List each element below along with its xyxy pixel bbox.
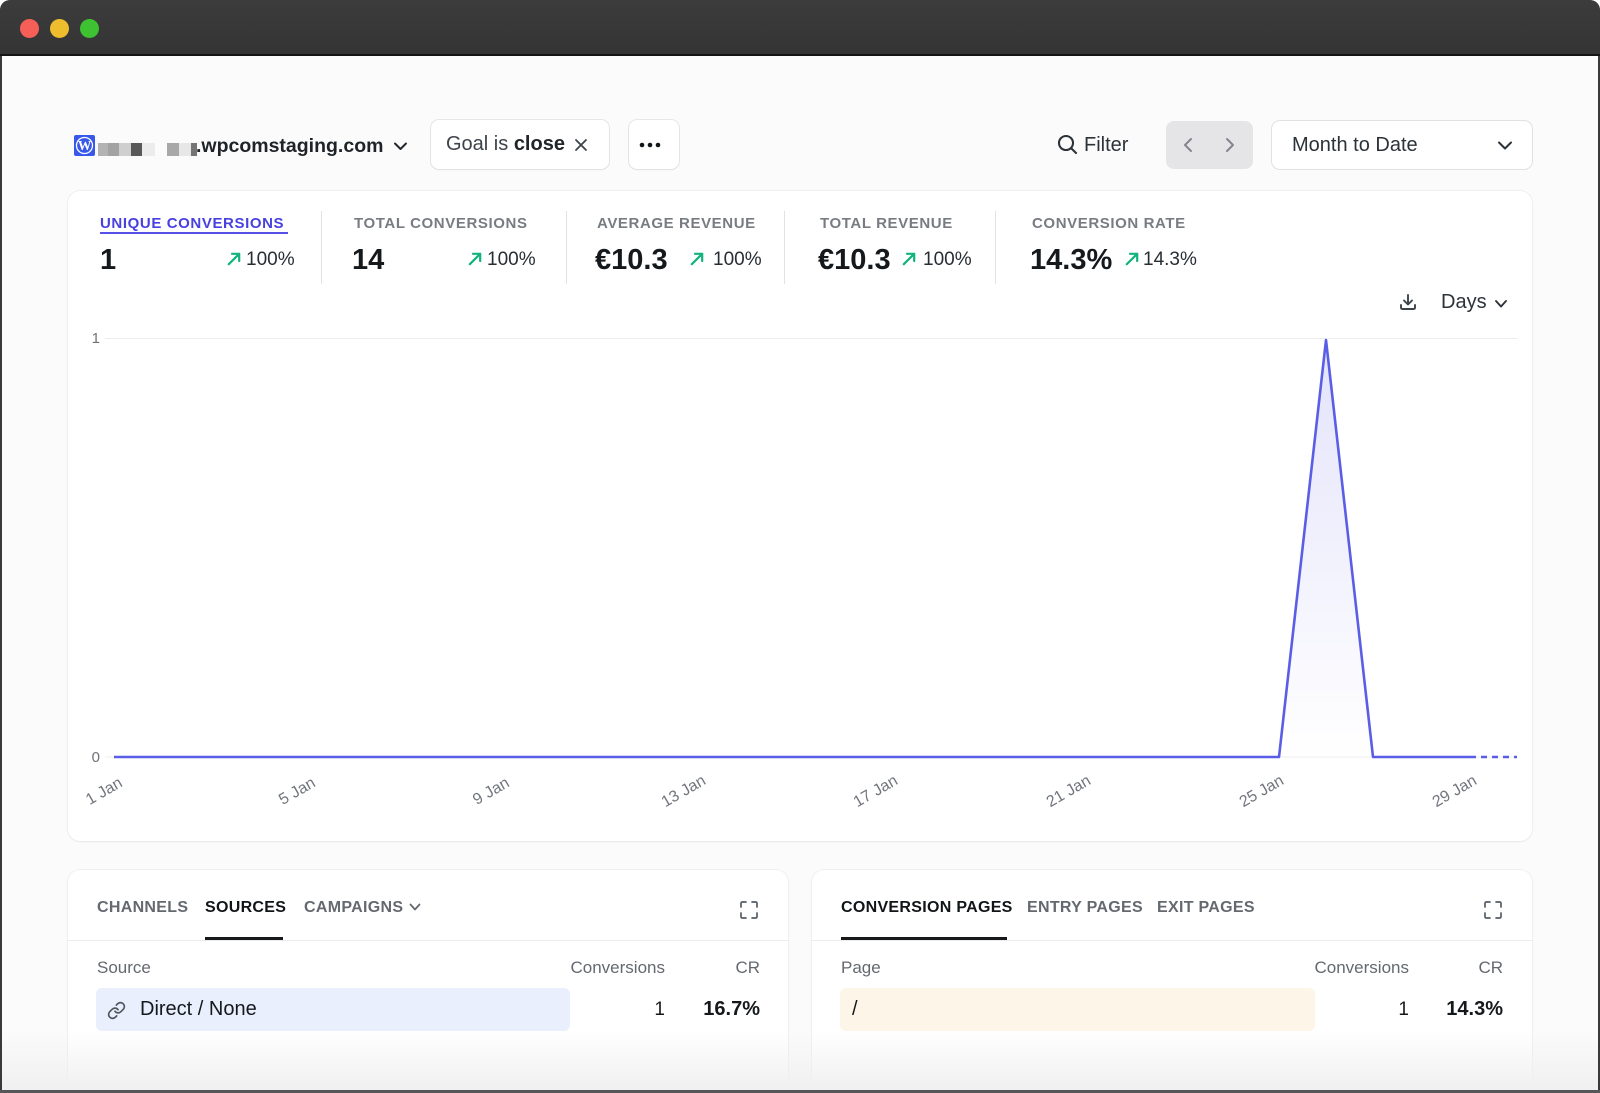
svg-text:W: W [78, 138, 92, 153]
